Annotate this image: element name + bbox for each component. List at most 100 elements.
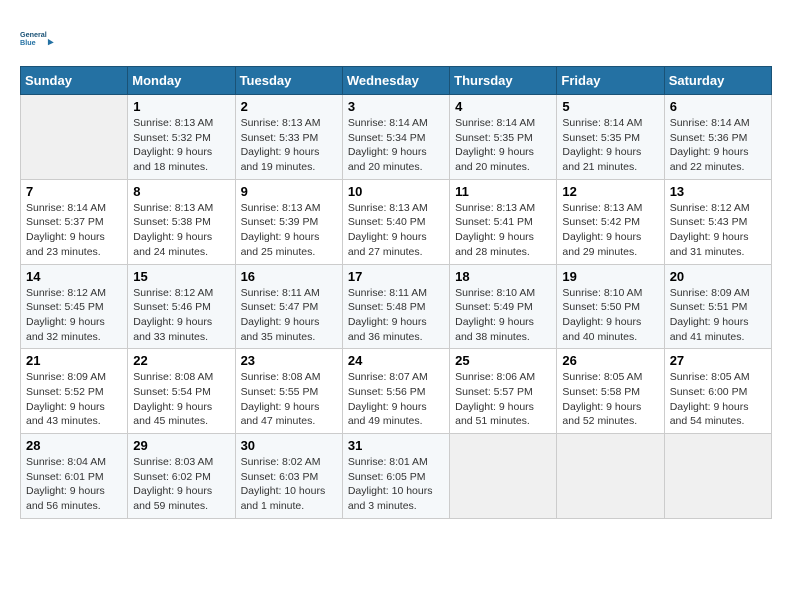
cell-info: Sunrise: 8:07 AMSunset: 5:56 PMDaylight:… bbox=[348, 371, 428, 427]
day-number: 7 bbox=[26, 184, 122, 199]
calendar-week-4: 21 Sunrise: 8:09 AMSunset: 5:52 PMDaylig… bbox=[21, 349, 772, 434]
logo: GeneralBlue bbox=[20, 20, 60, 56]
day-number: 6 bbox=[670, 99, 766, 114]
calendar-cell: 3 Sunrise: 8:14 AMSunset: 5:34 PMDayligh… bbox=[342, 95, 449, 180]
calendar-cell: 6 Sunrise: 8:14 AMSunset: 5:36 PMDayligh… bbox=[664, 95, 771, 180]
cell-info: Sunrise: 8:10 AMSunset: 5:49 PMDaylight:… bbox=[455, 287, 535, 343]
calendar-cell bbox=[450, 434, 557, 519]
cell-info: Sunrise: 8:08 AMSunset: 5:55 PMDaylight:… bbox=[241, 371, 321, 427]
cell-info: Sunrise: 8:12 AMSunset: 5:46 PMDaylight:… bbox=[133, 287, 213, 343]
cell-info: Sunrise: 8:13 AMSunset: 5:32 PMDaylight:… bbox=[133, 117, 213, 173]
header-cell-wednesday: Wednesday bbox=[342, 67, 449, 95]
header-cell-sunday: Sunday bbox=[21, 67, 128, 95]
day-number: 16 bbox=[241, 269, 337, 284]
calendar-cell: 5 Sunrise: 8:14 AMSunset: 5:35 PMDayligh… bbox=[557, 95, 664, 180]
day-number: 1 bbox=[133, 99, 229, 114]
day-number: 18 bbox=[455, 269, 551, 284]
calendar-cell bbox=[664, 434, 771, 519]
header-cell-saturday: Saturday bbox=[664, 67, 771, 95]
calendar-cell: 15 Sunrise: 8:12 AMSunset: 5:46 PMDaylig… bbox=[128, 264, 235, 349]
cell-info: Sunrise: 8:10 AMSunset: 5:50 PMDaylight:… bbox=[562, 287, 642, 343]
calendar-cell: 10 Sunrise: 8:13 AMSunset: 5:40 PMDaylig… bbox=[342, 179, 449, 264]
calendar-cell: 19 Sunrise: 8:10 AMSunset: 5:50 PMDaylig… bbox=[557, 264, 664, 349]
day-number: 24 bbox=[348, 353, 444, 368]
calendar-week-5: 28 Sunrise: 8:04 AMSunset: 6:01 PMDaylig… bbox=[21, 434, 772, 519]
calendar-cell: 8 Sunrise: 8:13 AMSunset: 5:38 PMDayligh… bbox=[128, 179, 235, 264]
day-number: 23 bbox=[241, 353, 337, 368]
day-number: 20 bbox=[670, 269, 766, 284]
day-number: 15 bbox=[133, 269, 229, 284]
cell-info: Sunrise: 8:09 AMSunset: 5:52 PMDaylight:… bbox=[26, 371, 106, 427]
calendar-cell: 14 Sunrise: 8:12 AMSunset: 5:45 PMDaylig… bbox=[21, 264, 128, 349]
day-number: 11 bbox=[455, 184, 551, 199]
cell-info: Sunrise: 8:14 AMSunset: 5:36 PMDaylight:… bbox=[670, 117, 750, 173]
cell-info: Sunrise: 8:14 AMSunset: 5:35 PMDaylight:… bbox=[455, 117, 535, 173]
cell-info: Sunrise: 8:12 AMSunset: 5:43 PMDaylight:… bbox=[670, 202, 750, 258]
calendar-cell: 18 Sunrise: 8:10 AMSunset: 5:49 PMDaylig… bbox=[450, 264, 557, 349]
day-number: 30 bbox=[241, 438, 337, 453]
day-number: 10 bbox=[348, 184, 444, 199]
day-number: 9 bbox=[241, 184, 337, 199]
calendar-cell bbox=[21, 95, 128, 180]
cell-info: Sunrise: 8:09 AMSunset: 5:51 PMDaylight:… bbox=[670, 287, 750, 343]
cell-info: Sunrise: 8:06 AMSunset: 5:57 PMDaylight:… bbox=[455, 371, 535, 427]
day-number: 21 bbox=[26, 353, 122, 368]
calendar-cell: 31 Sunrise: 8:01 AMSunset: 6:05 PMDaylig… bbox=[342, 434, 449, 519]
header-cell-tuesday: Tuesday bbox=[235, 67, 342, 95]
day-number: 29 bbox=[133, 438, 229, 453]
cell-info: Sunrise: 8:14 AMSunset: 5:37 PMDaylight:… bbox=[26, 202, 106, 258]
day-number: 22 bbox=[133, 353, 229, 368]
day-number: 26 bbox=[562, 353, 658, 368]
header-cell-friday: Friday bbox=[557, 67, 664, 95]
calendar-cell: 12 Sunrise: 8:13 AMSunset: 5:42 PMDaylig… bbox=[557, 179, 664, 264]
day-number: 19 bbox=[562, 269, 658, 284]
logo-icon: GeneralBlue bbox=[20, 20, 56, 56]
cell-info: Sunrise: 8:13 AMSunset: 5:40 PMDaylight:… bbox=[348, 202, 428, 258]
day-number: 13 bbox=[670, 184, 766, 199]
cell-info: Sunrise: 8:13 AMSunset: 5:42 PMDaylight:… bbox=[562, 202, 642, 258]
day-number: 4 bbox=[455, 99, 551, 114]
calendar-cell: 21 Sunrise: 8:09 AMSunset: 5:52 PMDaylig… bbox=[21, 349, 128, 434]
header-cell-thursday: Thursday bbox=[450, 67, 557, 95]
cell-info: Sunrise: 8:05 AMSunset: 5:58 PMDaylight:… bbox=[562, 371, 642, 427]
header-cell-monday: Monday bbox=[128, 67, 235, 95]
calendar-cell: 20 Sunrise: 8:09 AMSunset: 5:51 PMDaylig… bbox=[664, 264, 771, 349]
day-number: 27 bbox=[670, 353, 766, 368]
header: GeneralBlue bbox=[20, 20, 772, 56]
cell-info: Sunrise: 8:02 AMSunset: 6:03 PMDaylight:… bbox=[241, 456, 326, 512]
cell-info: Sunrise: 8:13 AMSunset: 5:39 PMDaylight:… bbox=[241, 202, 321, 258]
calendar-week-3: 14 Sunrise: 8:12 AMSunset: 5:45 PMDaylig… bbox=[21, 264, 772, 349]
calendar-cell: 2 Sunrise: 8:13 AMSunset: 5:33 PMDayligh… bbox=[235, 95, 342, 180]
svg-text:General: General bbox=[20, 30, 47, 39]
day-number: 17 bbox=[348, 269, 444, 284]
calendar-cell: 24 Sunrise: 8:07 AMSunset: 5:56 PMDaylig… bbox=[342, 349, 449, 434]
day-number: 12 bbox=[562, 184, 658, 199]
cell-info: Sunrise: 8:03 AMSunset: 6:02 PMDaylight:… bbox=[133, 456, 213, 512]
calendar-cell: 13 Sunrise: 8:12 AMSunset: 5:43 PMDaylig… bbox=[664, 179, 771, 264]
calendar-cell: 17 Sunrise: 8:11 AMSunset: 5:48 PMDaylig… bbox=[342, 264, 449, 349]
calendar-cell: 30 Sunrise: 8:02 AMSunset: 6:03 PMDaylig… bbox=[235, 434, 342, 519]
calendar-cell: 4 Sunrise: 8:14 AMSunset: 5:35 PMDayligh… bbox=[450, 95, 557, 180]
day-number: 14 bbox=[26, 269, 122, 284]
cell-info: Sunrise: 8:14 AMSunset: 5:35 PMDaylight:… bbox=[562, 117, 642, 173]
svg-text:Blue: Blue bbox=[20, 38, 36, 47]
cell-info: Sunrise: 8:11 AMSunset: 5:47 PMDaylight:… bbox=[241, 287, 320, 343]
calendar-table: SundayMondayTuesdayWednesdayThursdayFrid… bbox=[20, 66, 772, 519]
day-number: 2 bbox=[241, 99, 337, 114]
day-number: 28 bbox=[26, 438, 122, 453]
cell-info: Sunrise: 8:12 AMSunset: 5:45 PMDaylight:… bbox=[26, 287, 106, 343]
cell-info: Sunrise: 8:14 AMSunset: 5:34 PMDaylight:… bbox=[348, 117, 428, 173]
cell-info: Sunrise: 8:08 AMSunset: 5:54 PMDaylight:… bbox=[133, 371, 213, 427]
cell-info: Sunrise: 8:13 AMSunset: 5:41 PMDaylight:… bbox=[455, 202, 535, 258]
header-row: SundayMondayTuesdayWednesdayThursdayFrid… bbox=[21, 67, 772, 95]
cell-info: Sunrise: 8:13 AMSunset: 5:33 PMDaylight:… bbox=[241, 117, 321, 173]
calendar-cell: 28 Sunrise: 8:04 AMSunset: 6:01 PMDaylig… bbox=[21, 434, 128, 519]
calendar-cell: 26 Sunrise: 8:05 AMSunset: 5:58 PMDaylig… bbox=[557, 349, 664, 434]
calendar-cell: 16 Sunrise: 8:11 AMSunset: 5:47 PMDaylig… bbox=[235, 264, 342, 349]
calendar-cell: 1 Sunrise: 8:13 AMSunset: 5:32 PMDayligh… bbox=[128, 95, 235, 180]
day-number: 8 bbox=[133, 184, 229, 199]
calendar-cell: 25 Sunrise: 8:06 AMSunset: 5:57 PMDaylig… bbox=[450, 349, 557, 434]
calendar-cell bbox=[557, 434, 664, 519]
cell-info: Sunrise: 8:13 AMSunset: 5:38 PMDaylight:… bbox=[133, 202, 213, 258]
cell-info: Sunrise: 8:11 AMSunset: 5:48 PMDaylight:… bbox=[348, 287, 427, 343]
